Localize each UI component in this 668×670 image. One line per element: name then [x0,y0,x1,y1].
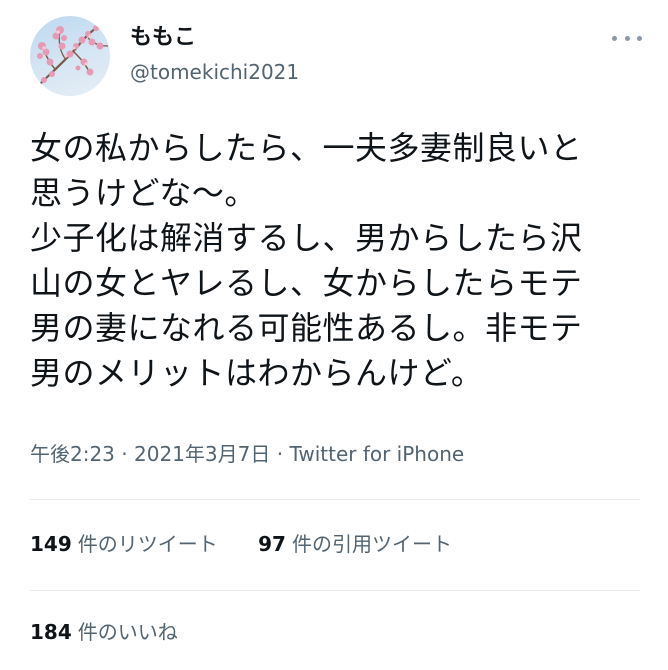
more-horizontal-icon[interactable] [612,28,642,48]
tweet-date[interactable]: 2021年3月7日 [134,442,270,466]
more-dot [612,35,617,41]
author-names: ももこ @tomekichi2021 [130,24,299,86]
tweet-text: 女の私からしたら、一夫多妻制良いと 思うけどな〜。 少子化は解消するし、男からし… [30,129,583,392]
retweets-stat[interactable]: 149 件のリツイート [30,530,218,558]
tweet-metadata: 午後2:23 · 2021年3月7日 · Twitter for iPhone [30,440,464,468]
quotes-label: 件の引用ツイート [291,532,452,556]
user-handle[interactable]: @tomekichi2021 [130,58,299,86]
likes-stats-row: 184 件のいいね [30,618,178,646]
display-name[interactable]: ももこ [130,24,299,52]
more-dot [637,35,642,41]
divider [30,499,640,500]
meta-separator: · [121,442,128,466]
tweet-card: ももこ @tomekichi2021 女の私からしたら、一夫多妻制良いと 思うけ… [0,0,668,670]
retweets-label: 件のリツイート [77,532,218,556]
likes-count: 184 [30,620,72,644]
cherry-blossom-avatar-image [37,21,109,87]
meta-separator: · [276,442,284,466]
tweet-time[interactable]: 午後2:23 [30,442,115,466]
more-dot [624,35,630,41]
engagement-stats-row: 149 件のリツイート 97 件の引用ツイート [30,530,452,558]
quotes-count: 97 [258,532,286,556]
tweet-source-link[interactable]: Twitter for iPhone [289,442,464,466]
retweets-count: 149 [30,532,72,556]
likes-label: 件のいいね [77,620,178,644]
avatar[interactable] [30,16,110,96]
likes-stat[interactable]: 184 件のいいね [30,618,178,646]
quotes-stat[interactable]: 97 件の引用ツイート [258,530,452,558]
tweet-header: ももこ @tomekichi2021 [30,14,644,100]
divider [30,590,640,591]
